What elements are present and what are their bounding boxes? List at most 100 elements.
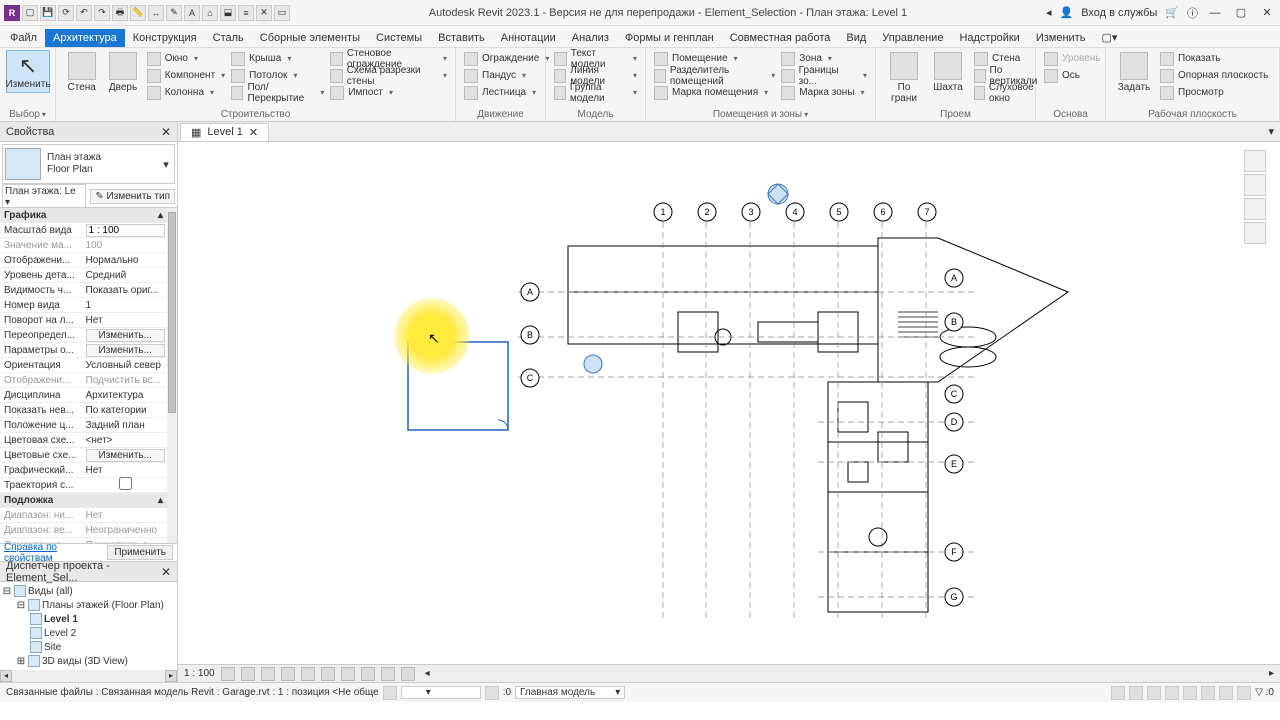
prop-row[interactable]: Цветовые схе...Изменить... [0, 448, 167, 463]
btn-Просмотр[interactable]: Просмотр [1158, 84, 1270, 101]
build-Колонна[interactable]: Колонна [145, 84, 227, 101]
prop-row[interactable]: Параметры о...Изменить... [0, 343, 167, 358]
sb-select-link-icon[interactable] [1165, 686, 1179, 700]
vc-cropvis-icon[interactable] [341, 667, 355, 681]
user-icon[interactable]: 👤 [1060, 6, 1074, 19]
tree-node[interactable]: Level 2 [2, 626, 175, 640]
btn-Разделитель помещений[interactable]: Разделитель помещений [652, 67, 777, 84]
prop-row[interactable]: Цветовая схе...<нет> [0, 433, 167, 448]
prop-row[interactable]: Показать нев...По категории [0, 403, 167, 418]
vc-shadow-icon[interactable] [281, 667, 295, 681]
btn-Пандус[interactable]: Пандус [462, 67, 551, 84]
vc-render-icon[interactable] [301, 667, 315, 681]
prop-row[interactable]: ОриентацияУсловный север [0, 358, 167, 373]
ribbon-tab-5[interactable]: Системы [368, 29, 430, 47]
type-selector[interactable]: План этажа Floor Plan ▾ [2, 144, 175, 184]
tree-node[interactable]: Site [2, 640, 175, 654]
ribbon-tab-3[interactable]: Сталь [205, 29, 252, 47]
vc-visual-icon[interactable] [241, 667, 255, 681]
minimize-button[interactable]: — [1206, 6, 1224, 20]
build-Схема разрезки стены[interactable]: Схема разрезки стены [328, 67, 449, 84]
ribbon-tab-9[interactable]: Формы и генплан [617, 29, 722, 47]
qat-section-icon[interactable]: ⬓ [220, 5, 236, 21]
instance-filter-combo[interactable]: План этажа: Le ▾ [2, 184, 86, 210]
tree-node[interactable]: ⊞3D виды (3D View) [2, 654, 175, 668]
sb-select-underlay-icon[interactable] [1183, 686, 1197, 700]
sb-select-pin-icon[interactable] [1201, 686, 1215, 700]
vc-temp-icon[interactable] [381, 667, 395, 681]
properties-close-icon[interactable]: ✕ [161, 125, 171, 139]
build-Крыша[interactable]: Крыша [229, 50, 326, 67]
sb-workset-icon[interactable] [1111, 686, 1125, 700]
apply-button[interactable]: Применить [107, 545, 173, 560]
qat-sync-icon[interactable]: ⟳ [58, 5, 74, 21]
status-link-icon[interactable] [383, 686, 397, 700]
build-Пол/Перекрытие[interactable]: Пол/Перекрытие [229, 84, 326, 101]
btn-Лестница[interactable]: Лестница [462, 84, 551, 101]
opening-face-button[interactable]: По грани [882, 50, 926, 106]
view-tabs-overflow-icon[interactable]: ▾ [1262, 125, 1280, 138]
build-Окно[interactable]: Окно [145, 50, 227, 67]
prop-row[interactable]: Переопредел...Изменить... [0, 328, 167, 343]
prop-row[interactable]: ДисциплинаАрхитектура [0, 388, 167, 403]
qat-text-icon[interactable]: A [184, 5, 200, 21]
drawing-canvas[interactable]: 1234567 ABC ABCDEFG [178, 142, 1280, 664]
ribbon-tab-2[interactable]: Конструкция [125, 29, 205, 47]
qat-switch-icon[interactable]: ▭ [274, 5, 290, 21]
project-tree[interactable]: ⊟Виды (all)⊟Планы этажей (Floor Plan) Lev… [0, 582, 177, 670]
sb-select-face-icon[interactable] [1219, 686, 1233, 700]
ribbon-tab-10[interactable]: Совместная работа [722, 29, 839, 47]
ribbon-tab-overflow[interactable]: ▢▾ [1093, 28, 1125, 47]
qat-dim-icon[interactable]: ↔ [148, 5, 164, 21]
prop-row[interactable]: Масштаб вида [0, 223, 167, 238]
view-tab-close-icon[interactable]: ✕ [249, 126, 258, 139]
prop-row[interactable]: Видимость ч...Показать ориг... [0, 283, 167, 298]
vc-reveal-icon[interactable] [401, 667, 415, 681]
browser-close-icon[interactable]: ✕ [161, 565, 171, 579]
close-button[interactable]: ✕ [1258, 6, 1276, 20]
tree-node[interactable]: ⊟Виды (all) [2, 584, 175, 598]
vc-crop-icon[interactable] [321, 667, 335, 681]
prop-row[interactable]: Значение ма...100 [0, 238, 167, 253]
sb-design-icon[interactable] [1147, 686, 1161, 700]
qat-3d-icon[interactable]: ⌂ [202, 5, 218, 21]
help-icon[interactable]: ⓘ [1187, 5, 1198, 21]
build-big-1[interactable]: Дверь [103, 50, 142, 95]
btn-Марка зоны[interactable]: Марка зоны [779, 84, 869, 101]
nav-back-icon[interactable]: ◂ [1046, 6, 1052, 19]
navbar-pan-icon[interactable] [1244, 198, 1266, 220]
properties-scrollbar[interactable] [167, 208, 177, 543]
btn-Группа модели[interactable]: Группа модели [552, 84, 639, 101]
view-tab-level1[interactable]: ▦ Level 1 ✕ [180, 123, 269, 141]
browser-hscroll[interactable]: ◂▸ [0, 670, 177, 682]
prop-row[interactable]: Поворот на л...Нет [0, 313, 167, 328]
type-dropdown-icon[interactable]: ▾ [160, 158, 172, 171]
edit-type-button[interactable]: ✎ Изменить тип [90, 189, 175, 204]
btn-Уровень[interactable]: Уровень [1042, 50, 1103, 67]
btn-Опорная плоскость[interactable]: Опорная плоскость [1158, 67, 1270, 84]
workplane-set-button[interactable]: Задать [1112, 50, 1156, 95]
btn-Ось[interactable]: Ось [1042, 67, 1103, 84]
ribbon-tab-1[interactable]: Архитектура [45, 29, 125, 47]
prop-row[interactable]: Номер вида1 [0, 298, 167, 313]
ribbon-tab-11[interactable]: Вид [838, 29, 874, 47]
qat-print-icon[interactable]: 🖶 [112, 5, 128, 21]
revit-app-icon[interactable]: R [4, 5, 20, 21]
build-Импост[interactable]: Импост [328, 84, 449, 101]
modify-button[interactable]: ↖ Изменить [6, 50, 50, 93]
ribbon-tab-8[interactable]: Анализ [564, 29, 617, 47]
ribbon-tab-12[interactable]: Управление [874, 29, 951, 47]
prop-row[interactable]: Диапазон: ни...Нет [0, 508, 167, 523]
ribbon-tab-14[interactable]: Изменить [1028, 29, 1094, 47]
qat-measure-icon[interactable]: 📏 [130, 5, 146, 21]
prop-row[interactable]: Ориентация ...Посмотреть в... [0, 538, 167, 543]
cart-icon[interactable]: 🛒 [1165, 6, 1179, 19]
vc-unhide-icon[interactable] [361, 667, 375, 681]
vc-detail-icon[interactable] [221, 667, 235, 681]
tree-node[interactable]: ⊟Планы этажей (Floor Plan) [2, 598, 175, 612]
navbar-zoom-icon[interactable] [1244, 222, 1266, 244]
opening-shaft-button[interactable]: Шахта [926, 50, 970, 106]
ribbon-tab-13[interactable]: Надстройки [951, 29, 1027, 47]
qat-close-icon[interactable]: ✕ [256, 5, 272, 21]
prop-section[interactable]: Подложка▴ [0, 493, 167, 508]
